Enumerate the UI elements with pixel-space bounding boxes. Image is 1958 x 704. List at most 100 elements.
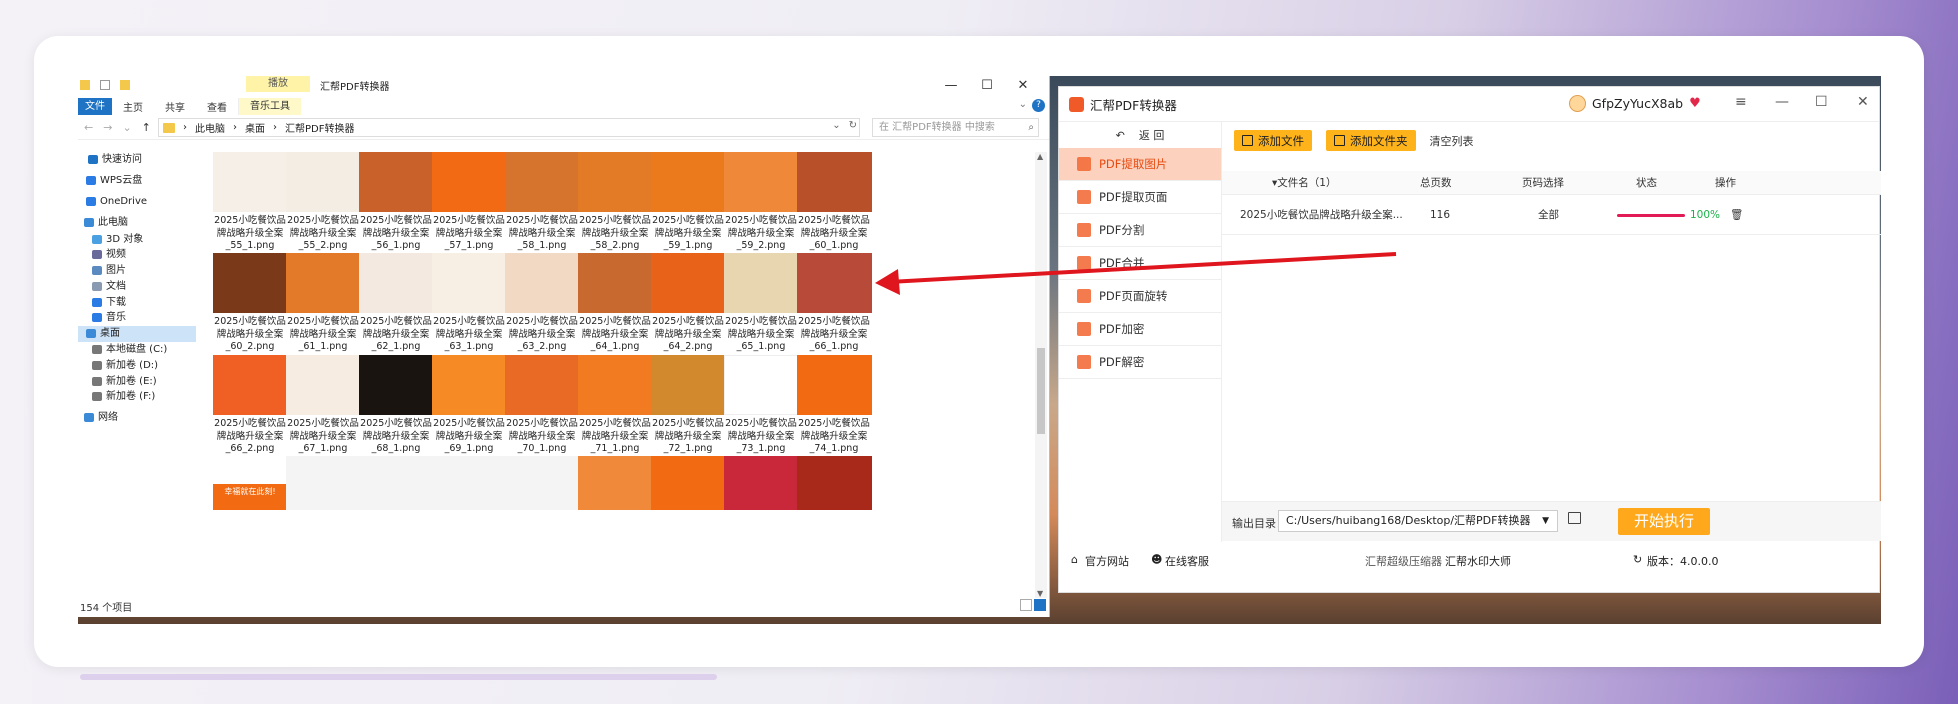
up-arrow-icon[interactable]: ↑ [142, 121, 151, 134]
close-button[interactable]: ✕ [1857, 94, 1869, 110]
breadcrumb-desktop[interactable]: 桌面 [245, 120, 265, 135]
nav-item-6[interactable]: PDF加密 [1059, 313, 1221, 346]
file-item[interactable]: 2025小吃餐饮品牌战略升级全案 _66_1.png [795, 253, 873, 353]
tab-home[interactable]: 主页 [112, 99, 154, 114]
sidebar-item-drive[interactable]: 新加卷 (E:) [78, 374, 196, 390]
file-item[interactable] [649, 456, 727, 516]
maximize-button[interactable]: ☐ [969, 76, 1005, 96]
address-bar[interactable]: › 此电脑 › 桌面 › 汇帮PDF转换器 ⌄ ↻ [158, 118, 860, 137]
sidebar-item-network[interactable]: 网络 [78, 410, 196, 426]
help-icon[interactable]: ? [1032, 99, 1045, 112]
file-item[interactable]: 2025小吃餐饮品牌战略升级全案 _55_1.png [211, 152, 289, 252]
search-input[interactable]: 在 汇帮PDF转换器 中搜索 ⌕ [872, 118, 1039, 137]
horizontal-scroll-indicator[interactable] [80, 674, 717, 680]
file-item[interactable]: 2025小吃餐饮品牌战略升级全案 _72_1.png [649, 355, 727, 455]
menu-icon[interactable]: ≡ [1735, 94, 1747, 110]
nav-item-7[interactable]: PDF解密 [1059, 346, 1221, 379]
file-item[interactable]: 2025小吃餐饮品牌战略升级全案 _61_1.png [284, 253, 362, 353]
vertical-scrollbar[interactable]: ▲ ▼ [1035, 152, 1047, 598]
file-item[interactable]: 2025小吃餐饮品牌战略升级全案 _66_2.png [211, 355, 289, 455]
maximize-button[interactable]: ☐ [1815, 94, 1828, 110]
sidebar-item-drive[interactable]: 新加卷 (D:) [78, 358, 196, 374]
add-file-button[interactable]: 添加文件 [1234, 130, 1312, 151]
file-item[interactable]: 2025小吃餐饮品牌战略升级全案 _65_1.png [722, 253, 800, 353]
scroll-up-icon[interactable]: ▲ [1037, 152, 1043, 161]
sidebar-item-document[interactable]: 文档 [78, 279, 196, 295]
tab-file[interactable]: 文件 [78, 98, 112, 115]
nav-item-1[interactable]: PDF提取图片 [1059, 148, 1221, 181]
file-item[interactable]: 2025小吃餐饮品牌战略升级全案 _67_1.png [284, 355, 362, 455]
output-directory-select[interactable]: C:/Users/huibang168/Desktop/汇帮PDF转换器 ▼ [1278, 510, 1558, 532]
delete-icon[interactable]: 🗑 [1730, 195, 1743, 235]
file-item[interactable] [722, 456, 800, 516]
back-button[interactable]: ↶ 返 回 [1059, 122, 1221, 148]
file-item[interactable] [795, 456, 873, 516]
file-item[interactable]: 2025小吃餐饮品牌战略升级全案 _55_2.png [284, 152, 362, 252]
file-item[interactable] [576, 456, 654, 516]
new-folder-icon[interactable] [120, 80, 130, 90]
file-item[interactable]: 幸福就在此刻! [211, 456, 289, 516]
online-service-link[interactable]: 在线客服 [1165, 553, 1209, 569]
file-item[interactable]: 2025小吃餐饮品牌战略升级全案 _69_1.png [430, 355, 508, 455]
large-icons-view-icon[interactable] [1034, 599, 1046, 611]
official-site-link[interactable]: 官方网站 [1085, 553, 1129, 569]
sidebar-item-video[interactable]: 视频 [78, 247, 196, 263]
file-item[interactable] [357, 456, 435, 516]
search-icon[interactable]: ⌕ [1028, 119, 1034, 136]
file-item[interactable]: 2025小吃餐饮品牌战略升级全案 _58_1.png [503, 152, 581, 252]
file-item[interactable]: 2025小吃餐饮品牌战略升级全案 _63_2.png [503, 253, 581, 353]
back-arrow-icon[interactable]: ← [84, 121, 93, 134]
scrollbar-thumb[interactable] [1037, 348, 1045, 434]
clear-list-button[interactable]: 清空列表 [1430, 133, 1474, 149]
sidebar-item-cloud[interactable]: WPS云盘 [78, 173, 196, 189]
nav-item-4[interactable]: PDF合并 [1059, 247, 1221, 280]
file-item[interactable] [430, 456, 508, 516]
file-item[interactable]: 2025小吃餐饮品牌战略升级全案 _74_1.png [795, 355, 873, 455]
sidebar-item-computer[interactable]: 此电脑 [78, 215, 196, 231]
vip-heart-icon[interactable]: ♥ [1689, 96, 1701, 111]
address-dropdown-icon[interactable]: ⌄ [832, 120, 840, 131]
details-view-icon[interactable] [1020, 599, 1032, 611]
file-item[interactable]: 2025小吃餐饮品牌战略升级全案 _64_2.png [649, 253, 727, 353]
file-item[interactable]: 2025小吃餐饮品牌战略升级全案 _68_1.png [357, 355, 435, 455]
sidebar-item-cloud[interactable]: OneDrive [78, 194, 196, 210]
breadcrumb-current-folder[interactable]: 汇帮PDF转换器 [285, 120, 354, 135]
quick-access-toolbar[interactable] [80, 80, 130, 90]
file-item[interactable]: 2025小吃餐饮品牌战略升级全案 _60_1.png [795, 152, 873, 252]
watermark-link[interactable]: 汇帮水印大师 [1445, 553, 1511, 569]
nav-item-2[interactable]: PDF提取页面 [1059, 181, 1221, 214]
close-button[interactable]: ✕ [1005, 76, 1041, 96]
tab-share[interactable]: 共享 [154, 99, 196, 114]
compressor-link[interactable]: 汇帮超级压缩器 [1365, 553, 1442, 569]
file-item[interactable]: 2025小吃餐饮品牌战略升级全案 _71_1.png [576, 355, 654, 455]
file-item[interactable]: 2025小吃餐饮品牌战略升级全案 _59_1.png [649, 152, 727, 252]
sidebar-item-drive[interactable]: 新加卷 (F:) [78, 389, 196, 405]
nav-item-3[interactable]: PDF分割 [1059, 214, 1221, 247]
refresh-icon[interactable]: ↻ [1633, 553, 1642, 566]
nav-item-5[interactable]: PDF页面旋转 [1059, 280, 1221, 313]
support-icon[interactable]: ☻ [1151, 553, 1162, 566]
header-filename[interactable]: ▾文件名（1） [1272, 171, 1336, 195]
sidebar-item-music[interactable]: 音乐 [78, 310, 196, 326]
add-folder-button[interactable]: 添加文件夹 [1326, 130, 1416, 151]
file-item[interactable] [503, 456, 581, 516]
breadcrumb-this-pc[interactable]: 此电脑 [195, 120, 225, 135]
folder-icon[interactable] [80, 80, 90, 90]
file-item[interactable]: 2025小吃餐饮品牌战略升级全案 _62_1.png [357, 253, 435, 353]
file-item[interactable]: 2025小吃餐饮品牌战略升级全案 _57_1.png [430, 152, 508, 252]
file-item[interactable]: 2025小吃餐饮品牌战略升级全案 _70_1.png [503, 355, 581, 455]
file-item[interactable]: 2025小吃餐饮品牌战略升级全案 _73_1.png [722, 355, 800, 455]
sidebar-item-image[interactable]: 图片 [78, 263, 196, 279]
sidebar-item-drive[interactable]: 本地磁盘 (C:) [78, 342, 196, 358]
tab-music-tools[interactable]: 音乐工具 [238, 98, 301, 115]
file-item[interactable]: 2025小吃餐饮品牌战略升级全案 _64_1.png [576, 253, 654, 353]
start-button[interactable]: 开始执行 [1618, 508, 1710, 535]
tab-view[interactable]: 查看 [196, 99, 238, 114]
home-icon[interactable]: ⌂ [1071, 553, 1078, 566]
minimize-button[interactable]: — [933, 76, 969, 96]
ribbon-expand-icon[interactable]: ⌄ [1019, 99, 1027, 110]
sidebar-item-star[interactable]: 快速访问 [78, 152, 196, 168]
ribbon-context-tab[interactable]: 播放 [246, 76, 310, 92]
minimize-button[interactable]: — [1775, 94, 1789, 110]
file-item[interactable] [284, 456, 362, 516]
